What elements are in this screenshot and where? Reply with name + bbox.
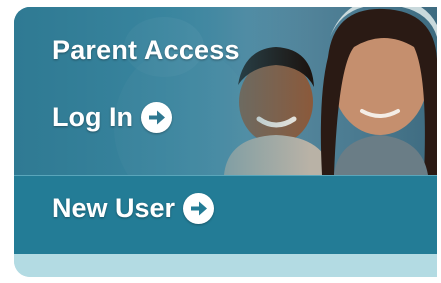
panel-title: Parent Access — [52, 35, 240, 65]
arrow-right-circle-icon[interactable] — [140, 102, 172, 133]
arrow-right-circle-icon[interactable] — [183, 193, 215, 224]
new-user-link[interactable]: New User — [52, 193, 215, 224]
login-link[interactable]: Log In — [52, 102, 172, 133]
parent-access-widget: Parent Access Log In New User — [14, 7, 437, 277]
login-label: Log In — [52, 102, 133, 132]
bottom-strip — [14, 254, 437, 277]
children-photo — [14, 7, 437, 175]
new-user-label: New User — [52, 193, 176, 223]
